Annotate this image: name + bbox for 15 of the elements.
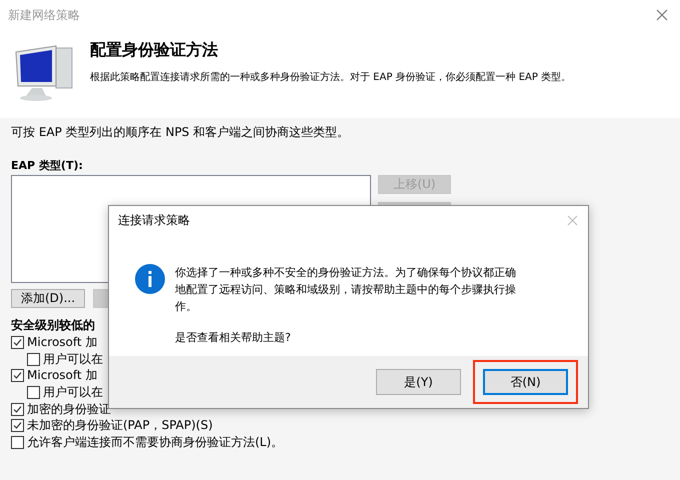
page-heading: 配置身份验证方法 bbox=[90, 40, 219, 61]
eap-types-label: EAP 类型(T): bbox=[11, 158, 84, 173]
page-description: 根据此策略配置连接请求所需的一种或多种身份验证方法。对于 EAP 身份验证，你必须配置一种 EAP 类型。 bbox=[90, 70, 572, 84]
checkbox-label: 允许客户端连接而不需要协商身份验证方法(L)。 bbox=[27, 434, 284, 451]
checkbox-label: Microsoft 加 bbox=[27, 334, 98, 351]
dialog-question: 是否查看相关帮助主题? bbox=[175, 330, 292, 345]
section-title: 安全级别较低的 bbox=[11, 317, 96, 334]
checkbox-label: 未加密的身份验证(PAP，SPAP)(S) bbox=[27, 417, 213, 434]
dialog-title: 连接请求策略 bbox=[118, 212, 190, 228]
window-title: 新建网络策略 bbox=[8, 6, 80, 24]
checkbox-label: Microsoft 加 bbox=[27, 367, 98, 384]
intro-text: 可按 EAP 类型列出的顺序在 NPS 和客户端之间协商这些类型。 bbox=[11, 124, 350, 141]
checkbox-label: 用户可以在 bbox=[43, 384, 103, 401]
checkbox-label: 用户可以在 bbox=[43, 350, 103, 368]
dialog-message: 你选择了一种或多种不安全的身份验证方法。为了确保每个协议都正确地配置了远程访问、策略和域级别，请按帮助主题中的每个步骤执行操作。 bbox=[175, 265, 517, 315]
